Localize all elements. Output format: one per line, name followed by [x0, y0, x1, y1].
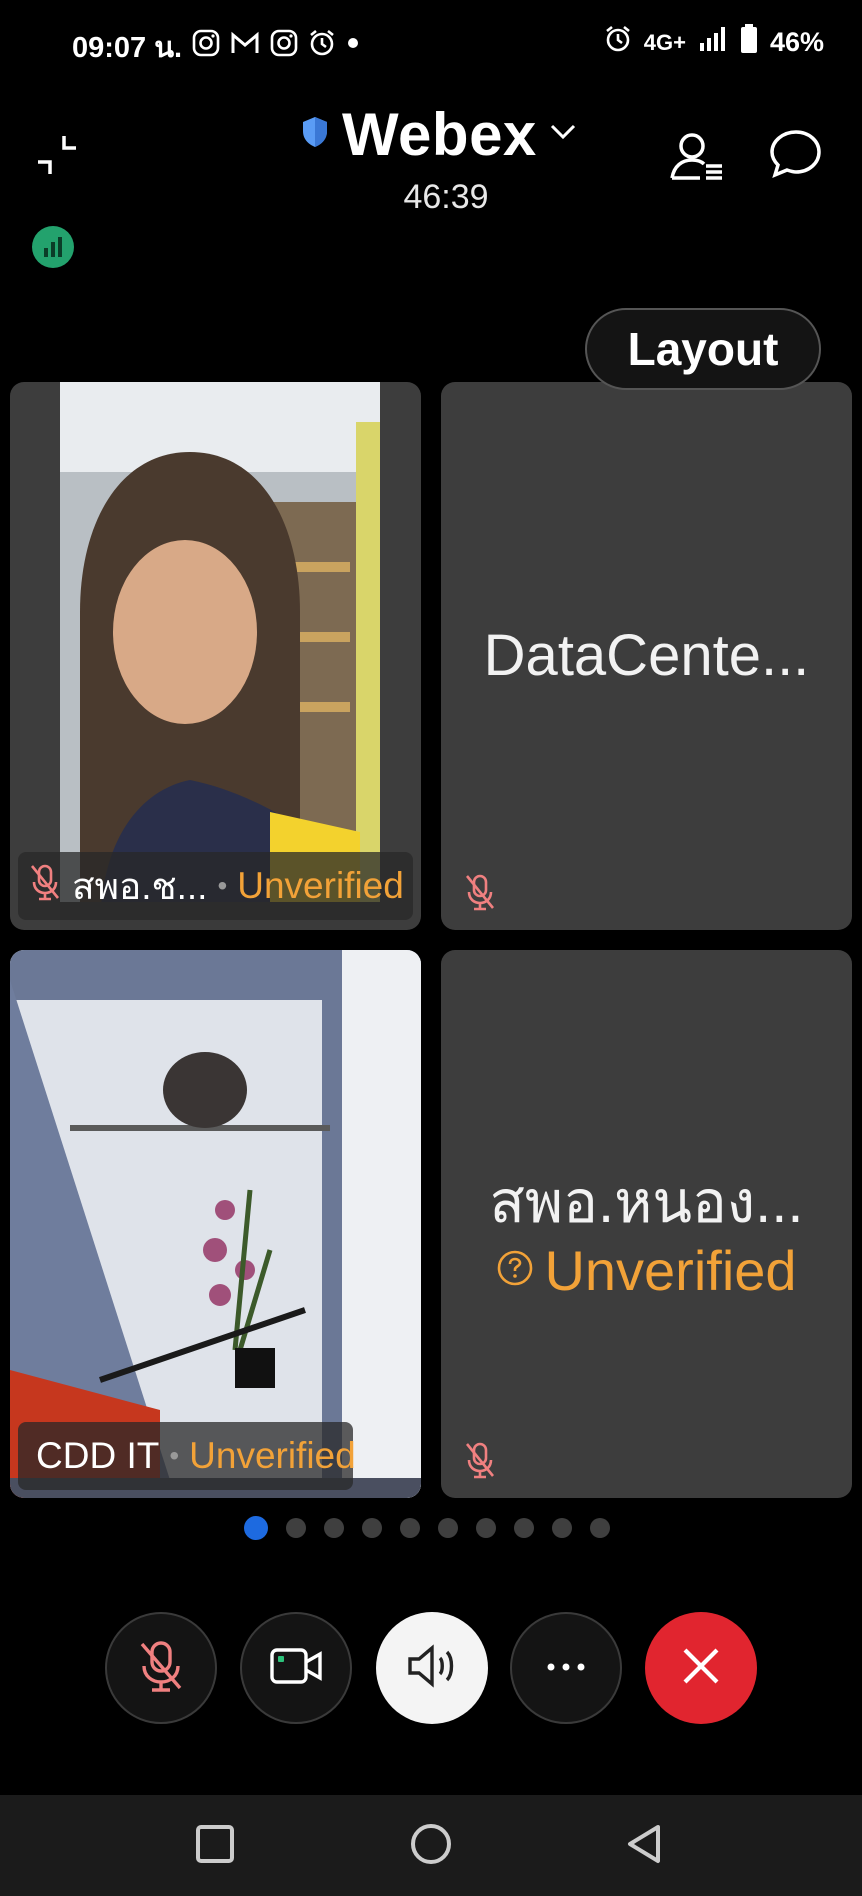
- participant-tile[interactable]: CDD IT • Unverified: [10, 950, 421, 1498]
- video-camera-icon: [268, 1644, 324, 1693]
- participant-name: สพอ.ช...: [72, 865, 208, 907]
- participant-name-bar: สพอ.ช... • Unverified: [18, 852, 413, 920]
- video-button[interactable]: [240, 1612, 352, 1724]
- meeting-title[interactable]: Webex: [300, 100, 577, 169]
- more-options-button[interactable]: [510, 1612, 622, 1724]
- unverified-badge: Unverified: [237, 865, 404, 906]
- muted-mic-icon: [463, 872, 503, 916]
- unverified-badge: Unverified: [189, 1435, 356, 1476]
- gmail-icon: [230, 30, 260, 56]
- unverified-badge: Unverified: [544, 1239, 797, 1302]
- page-dot[interactable]: [552, 1518, 572, 1538]
- system-navigation-bar: [0, 1795, 862, 1896]
- network-quality-icon[interactable]: [32, 226, 74, 268]
- battery-icon: [740, 24, 758, 61]
- mute-button[interactable]: [105, 1612, 217, 1724]
- page-dot[interactable]: [400, 1518, 420, 1538]
- secure-shield-icon: [300, 115, 330, 154]
- page-dot[interactable]: [438, 1518, 458, 1538]
- app-name: Webex: [342, 101, 537, 168]
- ellipsis-icon: [546, 1659, 586, 1677]
- participant-tile[interactable]: DataCente...: [441, 382, 852, 930]
- instagram-icon: [192, 29, 220, 57]
- separator-dot: •: [169, 1440, 180, 1471]
- question-circle-icon: [496, 1249, 534, 1292]
- close-icon: [679, 1644, 723, 1693]
- participant-name: DataCente...: [483, 623, 810, 688]
- participant-tile[interactable]: สพอ.ช... • Unverified: [10, 382, 421, 930]
- end-call-button[interactable]: [645, 1612, 757, 1724]
- page-dot[interactable]: [362, 1518, 382, 1538]
- speaker-button[interactable]: [376, 1612, 488, 1724]
- participant-video: [60, 382, 380, 930]
- status-right: 4G+ 46%: [604, 24, 824, 61]
- layout-button[interactable]: Layout: [585, 308, 821, 390]
- page-dot[interactable]: [514, 1518, 534, 1538]
- notification-icons: [192, 26, 360, 60]
- unverified-row: Unverified: [441, 1238, 852, 1303]
- participant-name: CDD IT: [36, 1435, 160, 1476]
- battery-level: 46%: [769, 27, 824, 57]
- participant-name-bar: CDD IT • Unverified: [18, 1422, 356, 1490]
- page-dot[interactable]: [324, 1518, 344, 1538]
- chevron-down-icon: [549, 123, 577, 146]
- alarm-icon: [308, 29, 336, 57]
- status-time: 09:07 น.: [72, 32, 183, 64]
- separator-dot: •: [217, 870, 228, 901]
- alarm-icon: [604, 25, 632, 60]
- page-dot-active[interactable]: [244, 1516, 268, 1540]
- chat-icon[interactable]: [766, 126, 826, 186]
- page-indicator[interactable]: [244, 1516, 610, 1540]
- recent-apps-icon[interactable]: [190, 1819, 240, 1869]
- participant-video: [10, 950, 421, 1498]
- more-notifications-dot: [346, 36, 360, 50]
- status-bar: 09:07 น. 4G+ 46%: [0, 0, 862, 90]
- instagram-icon: [270, 29, 298, 57]
- participant-tile[interactable]: สพอ.หนอง... Unverified: [441, 950, 852, 1498]
- speaker-icon: [404, 1641, 460, 1696]
- home-icon[interactable]: [406, 1819, 456, 1869]
- back-icon[interactable]: [620, 1819, 670, 1869]
- muted-mic-icon: [136, 1638, 186, 1699]
- page-dot[interactable]: [286, 1518, 306, 1538]
- signal-icon: [698, 25, 728, 60]
- minimize-icon[interactable]: [34, 130, 84, 180]
- participants-icon[interactable]: [668, 126, 728, 186]
- page-dot[interactable]: [476, 1518, 496, 1538]
- network-type: 4G+: [643, 29, 686, 55]
- meeting-timer: 46:39: [403, 178, 489, 216]
- page-dot[interactable]: [590, 1518, 610, 1538]
- muted-mic-icon: [463, 1440, 503, 1484]
- muted-mic-icon: [28, 862, 62, 911]
- participant-name: สพอ.หนอง...: [489, 1170, 804, 1235]
